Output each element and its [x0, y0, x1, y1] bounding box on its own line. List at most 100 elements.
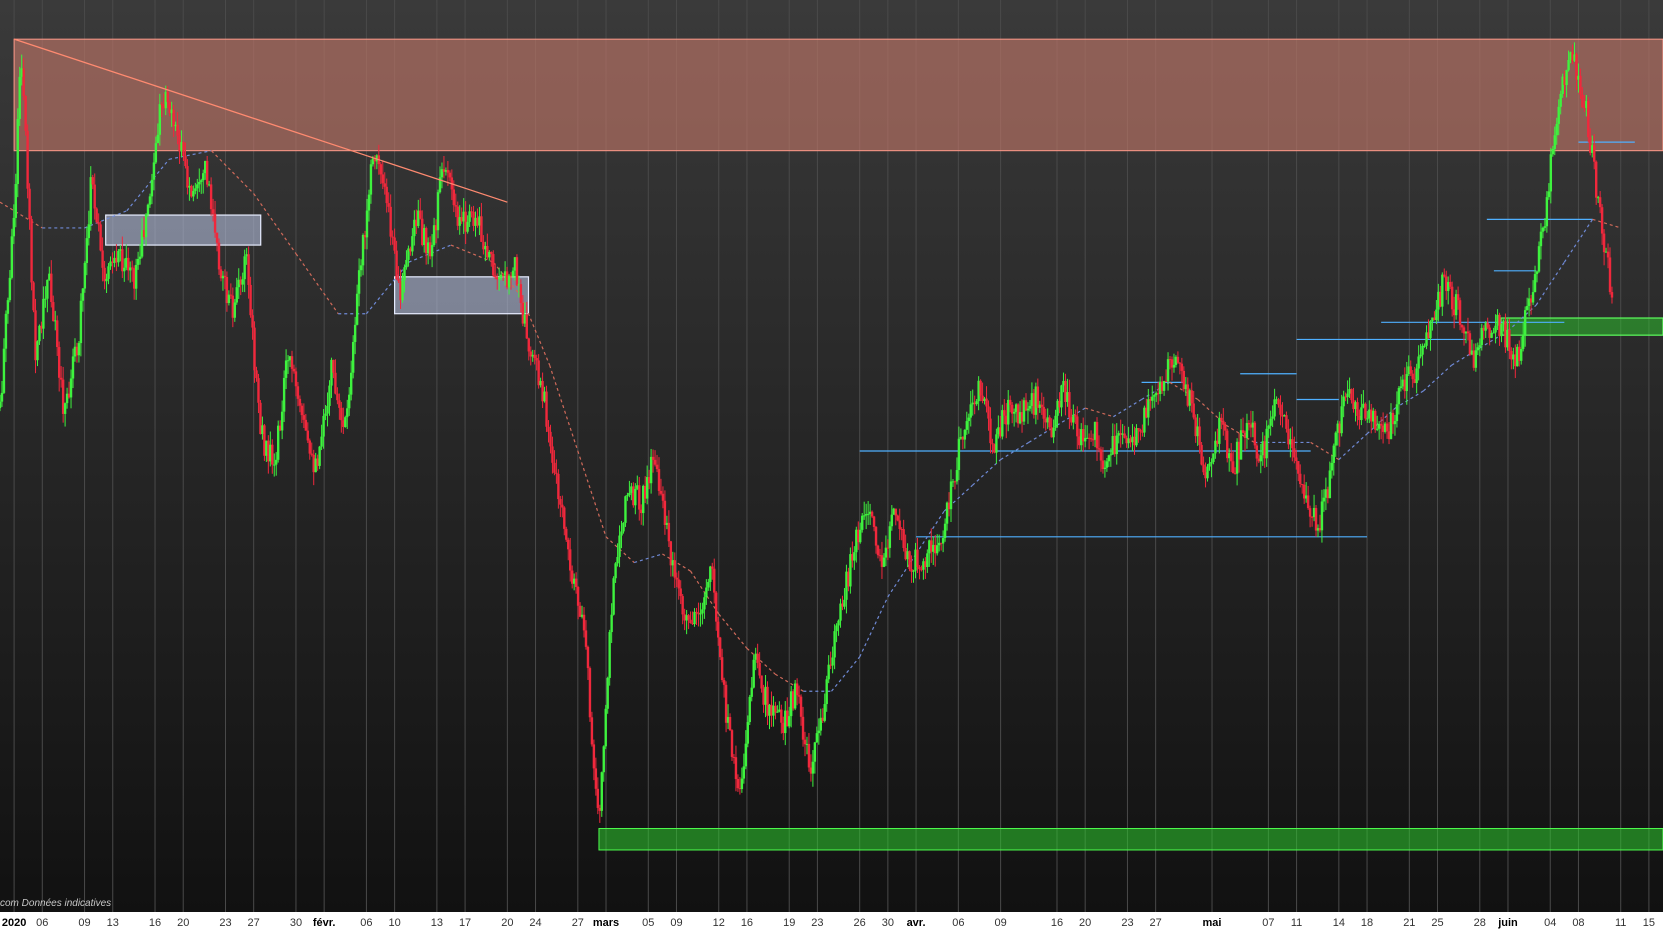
candle-body-374 [736, 779, 740, 789]
candle-body-693 [1366, 418, 1369, 420]
candle-body-466 [918, 566, 921, 570]
candle-body-170 [334, 372, 337, 394]
candle-body-420 [827, 664, 830, 680]
candle-body-129 [253, 327, 256, 371]
candle-body-358 [705, 587, 708, 598]
candle-43 [83, 261, 87, 293]
candle-body-444 [874, 526, 878, 546]
candle-body-227 [446, 170, 450, 173]
candle-body-15 [28, 188, 31, 220]
candle-body-302 [594, 768, 598, 789]
x-tick-label-37: 18 [1361, 917, 1373, 929]
candle-body-293 [576, 586, 580, 606]
candle-body-621 [1224, 424, 1227, 431]
candle-body-378 [744, 743, 748, 767]
candle-body-440 [866, 513, 870, 515]
candle-body-24 [46, 279, 49, 299]
candle-body-495 [975, 401, 978, 405]
candle-body-465 [916, 549, 919, 567]
candle-body-144 [282, 377, 286, 412]
candle-body-213 [419, 210, 422, 219]
candle-body-319 [628, 492, 631, 496]
candle-body-271 [533, 354, 536, 359]
candle-body-739 [1456, 294, 1460, 301]
candle-body-817 [1610, 292, 1614, 298]
candle-body-199 [391, 236, 394, 238]
candle-body-292 [574, 578, 578, 587]
candle-body-612 [1206, 466, 1209, 479]
x-tick-label-17: mars [593, 917, 619, 929]
candle-body-339 [667, 522, 671, 542]
candle-692 [1364, 402, 1367, 421]
candle-body-479 [943, 523, 947, 538]
candle-body-577 [1137, 428, 1140, 430]
candle-body-794 [1565, 70, 1568, 86]
candle-body-382 [752, 659, 755, 688]
candle-body-484 [953, 481, 957, 483]
candle-body-529 [1042, 406, 1045, 419]
candle-body-286 [563, 507, 566, 529]
candle-body-688 [1356, 402, 1359, 416]
candle-311 [612, 576, 615, 616]
candle-body-200 [393, 237, 396, 251]
candle-body-604 [1190, 390, 1193, 404]
candle-body-127 [249, 284, 252, 316]
candle-body-2 [2, 348, 6, 393]
candle-body-36 [69, 378, 73, 398]
candle-body-698 [1375, 428, 1379, 430]
candle-body-287 [565, 528, 568, 540]
candle-body-590 [1162, 381, 1166, 391]
candle-body-449 [884, 547, 888, 558]
support-zone [598, 828, 1663, 851]
candle-body-75 [146, 204, 150, 215]
candle-636 [1253, 420, 1257, 449]
candle-body-671 [1322, 497, 1326, 502]
candle-body-528 [1040, 404, 1043, 407]
candle-780 [1537, 241, 1541, 273]
candle-body-777 [1531, 292, 1535, 303]
candle-body-428 [843, 599, 846, 607]
candle-body-452 [890, 514, 894, 527]
candle-9 [16, 108, 19, 198]
x-tick-label-36: 14 [1333, 917, 1345, 929]
candle-body-532 [1048, 417, 1051, 428]
candle-body-736 [1450, 286, 1454, 310]
candle-body-560 [1103, 467, 1107, 470]
candle-body-303 [596, 788, 600, 808]
candle-body-48 [93, 184, 96, 209]
footer-note: com Données indicatives [0, 898, 111, 909]
candle-body-773 [1523, 310, 1527, 335]
candle-body-209 [411, 236, 414, 252]
candle-body-562 [1107, 455, 1111, 462]
candle-body-74 [144, 214, 148, 238]
candle-body-26 [50, 273, 53, 303]
candle-body-77 [150, 179, 154, 197]
candle-body-162 [318, 446, 321, 466]
candle-body-179 [351, 342, 355, 373]
candle-309 [608, 629, 611, 686]
candle-body-801 [1579, 75, 1582, 95]
candle-body-725 [1429, 321, 1432, 339]
candle-body-758 [1494, 325, 1497, 333]
candle-body-722 [1423, 345, 1426, 347]
candle-body-51 [99, 224, 102, 251]
candle-body-561 [1105, 461, 1109, 468]
candle-body-478 [941, 537, 945, 544]
x-tick-label-42: 04 [1544, 917, 1556, 929]
candle-body-485 [955, 470, 959, 482]
candle-body-49 [95, 208, 98, 223]
candle-body-123 [241, 279, 244, 285]
candle-body-169 [332, 359, 335, 373]
candle-body-731 [1441, 274, 1444, 307]
candle-body-443 [872, 516, 876, 527]
candle-17 [32, 281, 35, 313]
candle-body-205 [403, 267, 406, 281]
candle-body-646 [1273, 399, 1276, 417]
candle-body-128 [251, 315, 254, 328]
candle-body-809 [1594, 161, 1598, 198]
candle-body-595 [1172, 364, 1176, 368]
candle-body-783 [1543, 226, 1547, 228]
x-tick-label-10: 06 [360, 917, 372, 929]
candle-body-198 [389, 206, 392, 237]
candle-body-345 [679, 588, 682, 597]
